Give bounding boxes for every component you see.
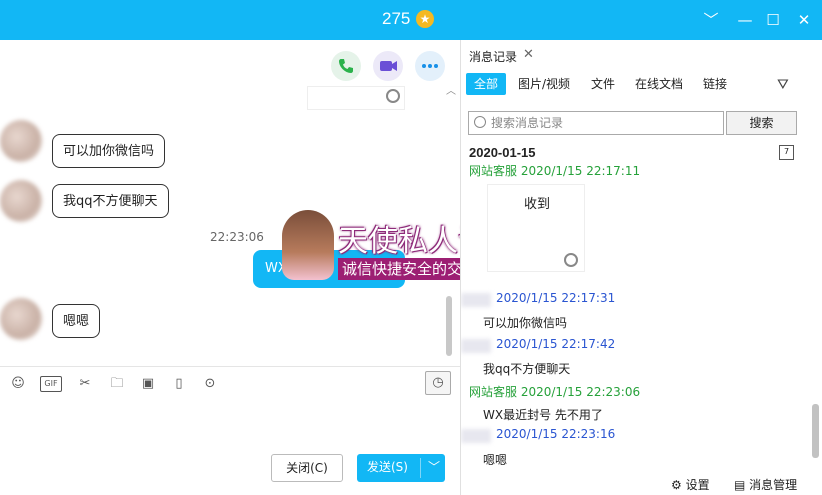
more-icon[interactable]: ⊙	[201, 376, 219, 392]
sticker-image[interactable]	[307, 86, 405, 110]
avatar[interactable]	[0, 180, 42, 222]
filter-files[interactable]: 文件	[583, 73, 623, 95]
history-list: 网站客服 2020/1/15 22:17:11 收到 2020/1/15 22:…	[461, 162, 808, 470]
more-options-button[interactable]	[415, 51, 445, 81]
video-call-button[interactable]	[373, 51, 403, 81]
blurred-name	[461, 429, 491, 443]
history-text: 嗯嗯	[483, 453, 508, 467]
zoom-icon	[564, 253, 578, 267]
history-scrollbar[interactable]	[812, 404, 819, 458]
divider	[420, 458, 421, 478]
send-button[interactable]: 发送(S) ﹀	[357, 454, 445, 482]
search-icon	[474, 116, 486, 128]
history-text: 我qq不方便聊天	[483, 362, 571, 376]
history-time: 2020/1/15 22:17:42	[496, 337, 616, 351]
more-icon	[422, 64, 438, 68]
message-icon: ▤	[734, 478, 746, 492]
history-text: WX最近封号 先不用了	[483, 408, 603, 422]
search-button[interactable]: 搜索	[726, 111, 797, 135]
minimize-button[interactable]: —	[733, 8, 757, 32]
avatar[interactable]	[0, 120, 42, 162]
clock-icon[interactable]: ◷	[425, 371, 451, 395]
calendar-icon[interactable]: 7	[779, 145, 794, 160]
gear-icon: ⚙	[671, 478, 682, 492]
collapse-button[interactable]: ﹀	[699, 8, 723, 32]
phone-icon	[339, 59, 353, 73]
maximize-button[interactable]: ☐	[761, 8, 785, 32]
voice-call-button[interactable]	[331, 51, 361, 81]
video-icon	[380, 61, 397, 71]
filter-docs[interactable]: 在线文档	[627, 73, 691, 95]
message-history-panel: 消息记录 ✕ 全部 图片/视频 文件 在线文档 链接 ⛛ 搜索 2020-01-…	[461, 40, 822, 495]
gif-icon[interactable]: GIF	[40, 376, 62, 392]
image-icon[interactable]: ▣	[139, 376, 157, 392]
watermark-character-image	[282, 210, 334, 280]
history-sender: 网站客服 2020/1/15 22:17:11	[469, 164, 641, 178]
sticker-image[interactable]: 收到	[487, 184, 585, 272]
window-title: 275	[382, 9, 411, 28]
close-button[interactable]: 关闭(C)	[271, 454, 343, 482]
filter-links[interactable]: 链接	[695, 73, 735, 95]
folder-icon[interactable]: 🗀	[108, 376, 126, 392]
filter-icon[interactable]: ⛛	[777, 77, 789, 93]
message-bubble: 嗯嗯	[52, 304, 101, 338]
search-box[interactable]	[468, 111, 724, 135]
message-bubble: 可以加你微信吗	[52, 134, 166, 168]
blurred-name	[461, 339, 491, 353]
chevron-down-icon[interactable]: ﹀	[425, 454, 443, 480]
search-input[interactable]	[491, 114, 719, 132]
panel-footer: ⚙ 设置 ▤ 消息管理	[461, 472, 822, 495]
history-text: 可以加你微信吗	[483, 316, 568, 330]
blurred-name	[461, 293, 491, 307]
input-toolbar: ☺ GIF ✂ 🗀 ▣ ▯ ⊙ ◷	[0, 366, 460, 400]
settings-button[interactable]: ⚙ 设置	[671, 476, 710, 493]
date-header: 2020-01-15	[469, 145, 536, 160]
shake-icon[interactable]: ▯	[170, 376, 188, 392]
star-icon: ★	[416, 10, 434, 28]
message-manager-button[interactable]: ▤ 消息管理	[734, 476, 797, 493]
filter-all[interactable]: 全部	[466, 73, 507, 95]
panel-tab-title[interactable]: 消息记录	[469, 48, 517, 65]
title-bar: 275 ★ ﹀ — ☐ ✕	[0, 0, 822, 40]
scroll-up-icon[interactable]: ︿	[446, 82, 456, 97]
history-time: 2020/1/15 22:17:31	[496, 291, 616, 305]
history-sender: 网站客服 2020/1/15 22:23:06	[469, 385, 641, 399]
message-bubble: 我qq不方便聊天	[52, 184, 169, 218]
send-label: 发送(S)	[367, 460, 408, 474]
close-icon[interactable]: ✕	[523, 47, 534, 62]
sticker-text: 收到	[524, 197, 551, 212]
avatar[interactable]	[0, 298, 42, 340]
chat-scrollbar[interactable]	[446, 296, 452, 356]
zoom-icon	[386, 89, 400, 103]
filter-media[interactable]: 图片/视频	[510, 73, 578, 95]
scissors-icon[interactable]: ✂	[76, 376, 94, 392]
history-time: 2020/1/15 22:23:16	[496, 427, 616, 441]
close-window-button[interactable]: ✕	[792, 8, 816, 32]
message-time: 22:23:06	[210, 230, 264, 244]
emoji-icon[interactable]: ☺	[9, 376, 27, 392]
